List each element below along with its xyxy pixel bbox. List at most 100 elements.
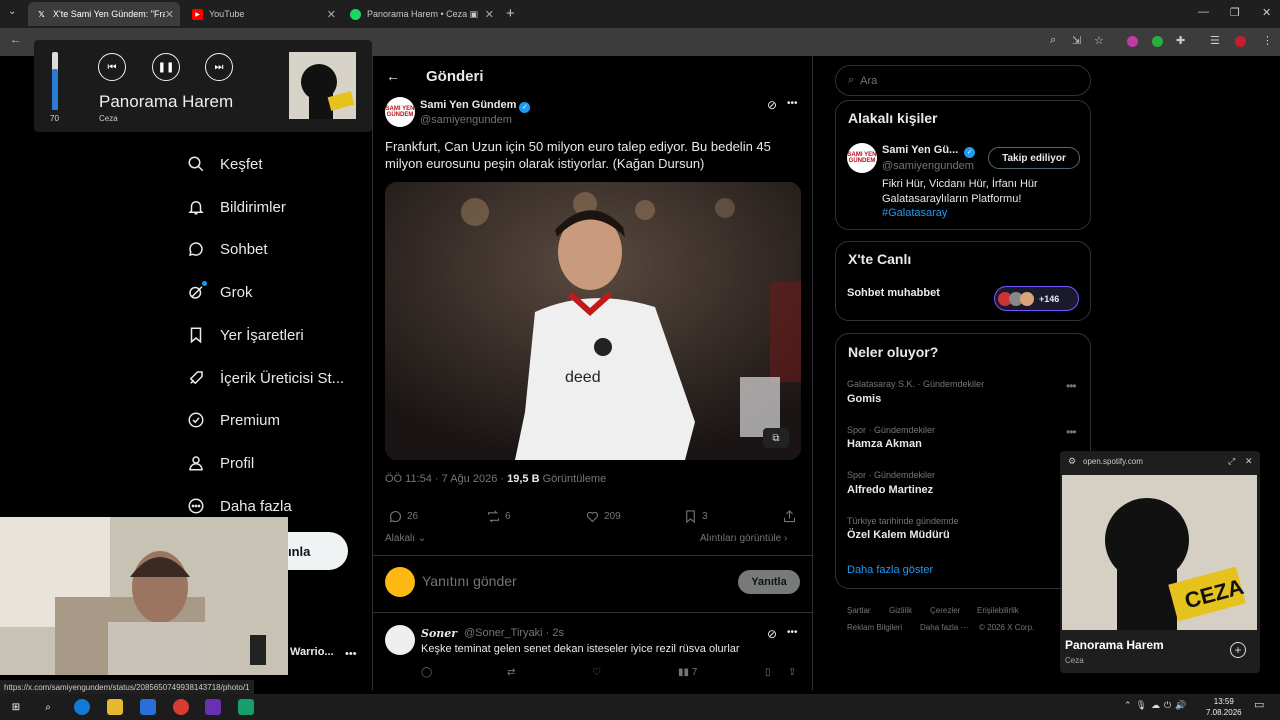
window-close-icon[interactable]: ✕ — [1262, 6, 1271, 19]
person-name[interactable]: Sami Yen Gü... ✓ — [882, 144, 976, 158]
share-icon[interactable]: ⇪ — [788, 667, 796, 678]
grok-explain-icon[interactable]: ⊘ — [767, 98, 777, 112]
search-input[interactable]: ⌕ Ara — [835, 65, 1091, 96]
back-arrow-icon[interactable]: ← — [386, 68, 400, 84]
nav-explore[interactable]: Keşfet — [186, 152, 263, 176]
person-handle[interactable]: @samiyengundem — [882, 160, 974, 172]
edge-icon[interactable] — [74, 699, 90, 715]
file-explorer-icon[interactable] — [107, 699, 123, 715]
repost-icon[interactable]: ⇄ — [507, 667, 515, 678]
close-icon[interactable]: ✕ — [1245, 456, 1253, 467]
comment-more-icon[interactable]: ••• — [787, 627, 798, 638]
reply-action[interactable]: 26 — [388, 509, 418, 524]
nav-more[interactable]: Daha fazla — [186, 494, 292, 518]
volume-slider[interactable] — [52, 52, 58, 110]
nav-creator-studio[interactable]: İçerik Üreticisi St... — [186, 366, 344, 390]
trend-item[interactable]: Hamza Akman — [847, 438, 922, 450]
related-dropdown[interactable]: Alakalı ⌄ — [385, 533, 426, 544]
nav-profile[interactable]: Profil — [186, 451, 254, 475]
tray-icons[interactable]: ⌃🎙☁⏻🔊 — [1124, 700, 1190, 711]
following-button[interactable]: Takip ediliyor — [988, 147, 1080, 169]
post-more-icon[interactable]: ••• — [787, 98, 798, 109]
tab-search-icon[interactable]: ⌄ — [8, 6, 16, 17]
bookmark-icon[interactable]: ▯ — [765, 667, 771, 678]
profile-avatar[interactable] — [1235, 36, 1246, 47]
share-action[interactable] — [782, 509, 801, 524]
live-listeners[interactable]: +146 — [994, 286, 1079, 311]
account-more-icon[interactable]: ••• — [345, 648, 357, 660]
account-name[interactable]: Warrio... — [290, 646, 334, 658]
spotify-settings-icon[interactable]: ⚙ — [1068, 456, 1076, 467]
picture-in-picture-icon[interactable]: ▣ — [469, 9, 478, 20]
bookmark-action[interactable]: 3 — [683, 509, 708, 524]
tab-x[interactable]: 𝕏 X'te Sami Yen Gündem: "Franki… ✕ — [28, 2, 180, 26]
back-icon[interactable]: ← — [10, 34, 21, 46]
notification-icon[interactable]: ▭ — [1254, 698, 1264, 711]
grok-explain-icon[interactable]: ⊘ — [767, 627, 777, 641]
puzzle-icon[interactable]: ✚ — [1176, 34, 1185, 47]
footer-link[interactable]: Gizlilik — [889, 606, 912, 615]
footer-link[interactable]: Reklam Bilgileri — [847, 623, 902, 632]
chrome-icon[interactable] — [173, 699, 189, 715]
tab-spotify[interactable]: Panorama Harem • Ceza ▣ ✕ — [342, 2, 500, 26]
star-icon[interactable]: ☆ — [1094, 34, 1104, 47]
like-action[interactable]: 209 — [585, 509, 621, 524]
comment-author[interactable]: Soner — [421, 627, 457, 640]
live-space-name[interactable]: Sohbet muhabbet — [847, 287, 940, 299]
view-quotes-link[interactable]: Alıntıları görüntüle › — [700, 533, 787, 544]
repost-action[interactable]: 6 — [486, 509, 511, 524]
extension-icon[interactable] — [1127, 36, 1138, 47]
minimize-icon[interactable]: — — [1198, 6, 1209, 18]
reply-button[interactable]: Yanıtla — [738, 570, 800, 594]
next-track-icon[interactable]: ⏭ — [205, 53, 233, 81]
hashtag-link[interactable]: #Galatasaray — [882, 207, 947, 219]
nav-premium[interactable]: Premium — [186, 408, 280, 432]
trend-more-icon[interactable]: ••• — [1066, 425, 1077, 439]
reply-input[interactable]: Yanıtını gönder — [422, 573, 517, 589]
author-name[interactable]: Sami Yen Gündem ✓ — [420, 99, 531, 113]
footer-link[interactable]: Çerezler — [930, 606, 960, 615]
nav-notifications[interactable]: Bildirimler — [186, 195, 286, 219]
reply-icon[interactable]: ◯ — [421, 667, 432, 678]
show-more-link[interactable]: Daha fazla göster — [847, 564, 933, 576]
new-tab-icon[interactable]: + — [506, 5, 515, 22]
back-to-tab-icon[interactable]: ⤢ — [1228, 456, 1235, 467]
author-avatar[interactable]: SAMI YEN GÜNDEM — [385, 97, 415, 127]
post-time[interactable]: ÖÖ 11:54 · 7 Ağu 2026 · — [385, 473, 504, 485]
app-icon[interactable] — [238, 699, 254, 715]
reading-list-icon[interactable]: ☰ — [1210, 34, 1220, 47]
install-icon[interactable]: ⇲ — [1072, 34, 1081, 47]
views-action[interactable]: ▮▮ 7 — [678, 667, 697, 678]
extension-icon[interactable] — [1152, 36, 1163, 47]
app-icon[interactable] — [140, 699, 156, 715]
menu-icon[interactable]: ⋮ — [1262, 34, 1273, 47]
comment-avatar[interactable] — [385, 625, 415, 655]
tab-youtube[interactable]: ▶ YouTube ✕ — [184, 2, 342, 26]
post-photo[interactable]: deed ⧉ — [385, 182, 801, 460]
person-avatar[interactable]: SAMI YEN GÜNDEM — [847, 143, 877, 173]
footer-link[interactable]: Daha fazla ··· — [920, 623, 968, 632]
close-icon[interactable]: ✕ — [327, 8, 336, 21]
footer-link[interactable]: Erişilebilirlik — [977, 606, 1019, 615]
nav-grok[interactable]: Grok — [186, 280, 253, 304]
windows-start-icon[interactable]: ⊞ — [8, 699, 24, 715]
nav-bookmarks[interactable]: Yer İşaretleri — [186, 323, 304, 347]
comment-handle[interactable]: @Soner_Tiryaki · 2s — [464, 627, 564, 639]
trend-more-icon[interactable]: ••• — [1066, 379, 1077, 393]
add-to-library-icon[interactable]: + — [1230, 642, 1246, 658]
trend-item[interactable]: Gomis — [847, 393, 881, 405]
search-icon[interactable]: ⌕ — [40, 699, 56, 715]
heart-icon[interactable]: ♡ — [592, 667, 601, 678]
close-icon[interactable]: ✕ — [165, 8, 174, 21]
previous-track-icon[interactable]: ⏮ — [98, 53, 126, 81]
trend-item[interactable]: Özel Kalem Müdürü — [847, 529, 950, 541]
nav-chat[interactable]: Sohbet — [186, 237, 268, 261]
zoom-icon[interactable]: ⌕ — [1050, 34, 1056, 47]
trend-item[interactable]: Alfredo Martinez — [847, 484, 933, 496]
author-handle[interactable]: @samiyengundem — [420, 114, 512, 126]
footer-link[interactable]: Şartlar — [847, 606, 871, 615]
restore-icon[interactable]: ❐ — [1230, 6, 1240, 19]
close-icon[interactable]: ✕ — [485, 8, 494, 21]
app-icon[interactable] — [205, 699, 221, 715]
pause-icon[interactable]: ❚❚ — [152, 53, 180, 81]
